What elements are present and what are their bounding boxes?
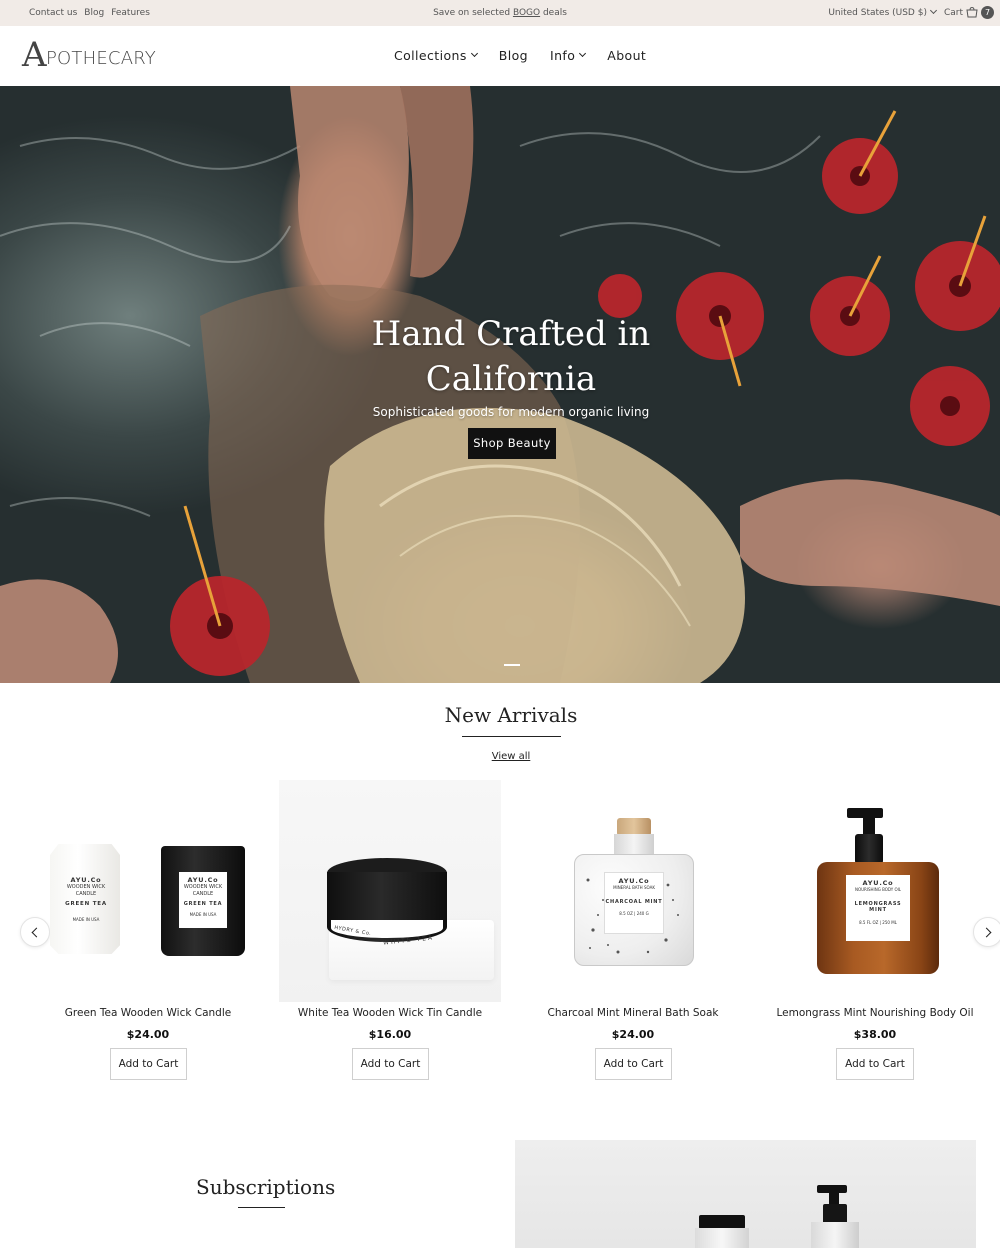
view-all-link[interactable]: View all bbox=[0, 751, 1000, 762]
jar-cap-shape bbox=[699, 1215, 745, 1229]
bath-soak-label: AYU.Co MINERAL BATH SOAK CHARCOAL MINT 8… bbox=[604, 872, 664, 934]
label-type: WOODEN WICK CANDLE bbox=[66, 884, 106, 897]
shopping-bag-icon bbox=[966, 7, 978, 18]
nav-about-label: About bbox=[607, 48, 647, 63]
cart-count-badge: 7 bbox=[981, 6, 994, 19]
label-brand: AYU.Co bbox=[862, 879, 894, 887]
label-type: MINERAL BATH SOAK bbox=[613, 885, 655, 891]
product-name[interactable]: Charcoal Mint Mineral Bath Soak bbox=[522, 1007, 744, 1019]
jar-label-brand: AYU.Co bbox=[187, 876, 219, 884]
announcement-bar: Contact us Blog Features Save on selecte… bbox=[0, 0, 1000, 26]
promo-prefix: Save on selected bbox=[433, 8, 513, 18]
cart-link[interactable]: Cart 7 bbox=[944, 6, 994, 19]
product-price: $24.00 bbox=[611, 1028, 655, 1041]
label-size: 8.5 OZ | 240 G bbox=[619, 911, 649, 917]
jar-label-variant: GREEN TEA bbox=[183, 901, 223, 908]
label-variant: LEMONGRASS MINT bbox=[854, 900, 902, 914]
body-oil-label: AYU.Co NOURISHING BODY OIL LEMONGRASS MI… bbox=[846, 875, 910, 941]
pump-bottle-shape bbox=[811, 1222, 859, 1248]
label-type: NOURISHING BODY OIL bbox=[854, 887, 902, 893]
label-variant: GREEN TEA bbox=[65, 901, 107, 908]
jar-body-shape bbox=[695, 1228, 749, 1248]
nav-collections-label: Collections bbox=[394, 48, 467, 63]
product-image[interactable]: AYU.Co NOURISHING BODY OIL LEMONGRASS MI… bbox=[764, 780, 986, 1002]
product-name[interactable]: Green Tea Wooden Wick Candle bbox=[37, 1007, 259, 1019]
label-size: 8.5 FL OZ | 250 ML bbox=[859, 919, 897, 925]
jar-label-type: WOODEN WICK CANDLE bbox=[183, 884, 223, 897]
logo-initial: A bbox=[22, 35, 48, 75]
chevron-down-icon bbox=[579, 49, 587, 58]
candle-jar-label: AYU.Co WOODEN WICK CANDLE GREEN TEA MADE… bbox=[179, 872, 227, 928]
product-card[interactable]: AYU.Co MINERAL BATH SOAK CHARCOAL MINT 8… bbox=[522, 780, 744, 1080]
hero-slideshow: Hand Crafted in California Sophisticated… bbox=[0, 86, 1000, 683]
nav-blog-label: Blog bbox=[498, 48, 528, 63]
product-image[interactable]: HYDRY & Co. WHITE TEA bbox=[279, 780, 501, 1002]
label-variant: CHARCOAL MINT bbox=[605, 898, 663, 905]
nav-info-label: Info bbox=[549, 48, 576, 63]
jar-label-made: MADE IN USA bbox=[189, 911, 217, 917]
label-brand: AYU.Co bbox=[618, 877, 650, 885]
add-to-cart-button[interactable]: Add to Cart bbox=[836, 1048, 914, 1080]
title-divider bbox=[462, 736, 561, 737]
product-price: $38.00 bbox=[853, 1028, 897, 1041]
chevron-down-icon bbox=[470, 49, 478, 58]
product-price: $24.00 bbox=[126, 1028, 170, 1041]
hero-title-line-2: California bbox=[425, 359, 597, 399]
candle-box-label: AYU.Co WOODEN WICK CANDLE GREEN TEA MADE… bbox=[65, 872, 107, 932]
add-to-cart-button[interactable]: Add to Cart bbox=[352, 1048, 429, 1080]
label-brand: AYU.Co bbox=[70, 876, 102, 884]
subscriptions-image bbox=[515, 1140, 976, 1248]
logo-wordmark: POTHECARY bbox=[46, 48, 156, 69]
add-to-cart-button[interactable]: Add to Cart bbox=[595, 1048, 672, 1080]
nav-collections[interactable]: Collections bbox=[394, 48, 478, 63]
nav-blog[interactable]: Blog bbox=[499, 48, 528, 63]
hero-title-line-1: Hand Crafted in bbox=[371, 314, 651, 354]
title-divider bbox=[238, 1207, 285, 1208]
product-card[interactable]: AYU.Co WOODEN WICK CANDLE GREEN TEA MADE… bbox=[37, 780, 259, 1080]
product-card[interactable]: HYDRY & Co. WHITE TEA White Tea Wooden W… bbox=[279, 780, 501, 1080]
cart-label: Cart bbox=[943, 7, 963, 18]
label-made: MADE IN USA bbox=[72, 916, 100, 922]
hero-subtitle: Sophisticated goods for modern organic l… bbox=[372, 405, 650, 419]
main-nav: Collections Blog Info About bbox=[394, 48, 646, 63]
new-arrivals-title: New Arrivals bbox=[444, 703, 578, 727]
hero-title: Hand Crafted in California bbox=[0, 312, 1000, 402]
shop-beauty-button[interactable]: Shop Beauty bbox=[468, 428, 556, 459]
pump-collar-shape bbox=[823, 1204, 847, 1224]
utility-right: United States (USD $) Cart 7 bbox=[828, 6, 994, 19]
product-card[interactable]: AYU.Co NOURISHING BODY OIL LEMONGRASS MI… bbox=[764, 780, 986, 1080]
currency-selector[interactable]: United States (USD $) bbox=[828, 6, 938, 18]
site-header: A POTHECARY Collections Blog Info About bbox=[0, 26, 1000, 86]
nav-info[interactable]: Info bbox=[549, 48, 587, 63]
nav-about[interactable]: About bbox=[607, 48, 646, 63]
product-price: $16.00 bbox=[368, 1028, 412, 1041]
pump-collar-shape bbox=[855, 834, 883, 864]
product-name[interactable]: White Tea Wooden Wick Tin Candle bbox=[279, 1007, 501, 1019]
bottle-neck-shape bbox=[614, 834, 654, 856]
bogo-link[interactable]: BOGO bbox=[513, 8, 540, 18]
pump-stem-shape bbox=[863, 814, 875, 836]
slide-indicator[interactable] bbox=[504, 664, 520, 666]
subscriptions-title: Subscriptions bbox=[196, 1175, 336, 1199]
chevron-down-icon bbox=[929, 6, 938, 14]
product-image[interactable]: AYU.Co WOODEN WICK CANDLE GREEN TEA MADE… bbox=[37, 780, 259, 1002]
add-to-cart-button[interactable]: Add to Cart bbox=[110, 1048, 187, 1080]
promo-suffix: deals bbox=[540, 8, 567, 18]
product-name[interactable]: Lemongrass Mint Nourishing Body Oil bbox=[764, 1007, 986, 1019]
currency-label: United States (USD $) bbox=[828, 7, 927, 18]
product-image[interactable]: AYU.Co MINERAL BATH SOAK CHARCOAL MINT 8… bbox=[522, 780, 744, 1002]
